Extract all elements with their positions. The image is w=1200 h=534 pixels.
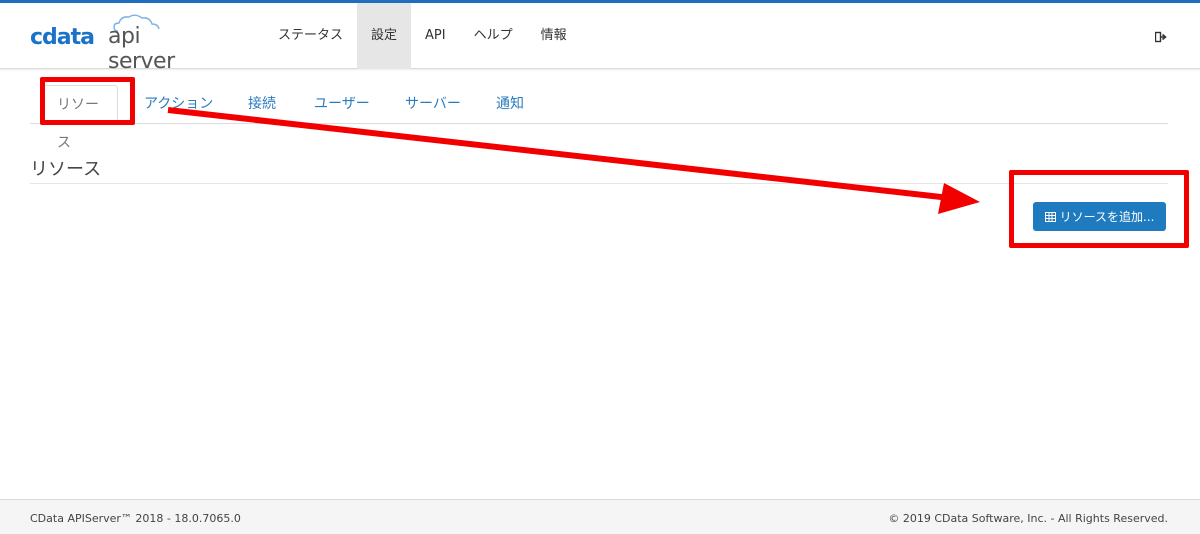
footer-version: CData APIServer™ 2018 - 18.0.7065.0 — [30, 512, 241, 525]
footer-copyright: © 2019 CData Software, Inc. - All Rights… — [888, 512, 1168, 525]
page-footer: CData APIServer™ 2018 - 18.0.7065.0 © 20… — [0, 499, 1200, 534]
annotation-arrow — [167, 107, 980, 214]
